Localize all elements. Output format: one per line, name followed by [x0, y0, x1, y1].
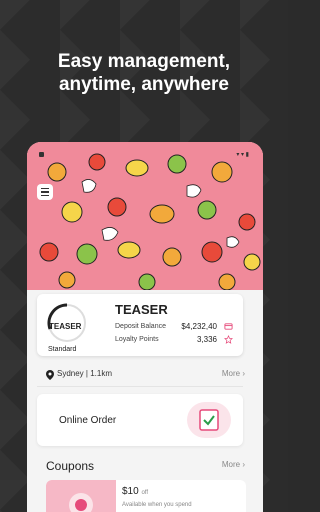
deposit-balance-value: $4,232,40 [181, 322, 217, 331]
tier-label: Standard [48, 346, 77, 353]
phone-screen: ▾ ▾ ▮ TEASER Standard TEASER Deposit Bal… [27, 142, 263, 512]
store-location-row[interactable]: Sydney | 1.1km More › [27, 368, 263, 382]
menu-icon [41, 187, 49, 190]
headline-line-2: anytime, anywhere [58, 74, 230, 95]
fruit-doodle-illustration [27, 142, 263, 290]
coupons-more-link[interactable]: More › [222, 460, 245, 469]
status-bar: ▾ ▾ ▮ [35, 151, 255, 159]
chevron-right-icon: › [242, 369, 245, 378]
wallet-icon [224, 323, 233, 330]
coupon-description: Available when you spend [122, 502, 192, 508]
hero-banner: ▾ ▾ ▮ [27, 142, 263, 290]
section-divider [37, 386, 243, 387]
coupons-section-title: Coupons [46, 459, 95, 473]
brand-logo-label: TEASER [49, 322, 82, 331]
order-icon-background [187, 402, 231, 438]
coupon-ticket-icon [69, 493, 93, 512]
loyalty-points-value: 3,336 [196, 335, 217, 344]
location-more-link[interactable]: More › [222, 369, 245, 378]
location-pin-icon [46, 370, 54, 380]
membership-title: TEASER [115, 302, 168, 317]
online-order-label: Online Order [59, 415, 117, 426]
order-checklist-icon [199, 409, 219, 431]
membership-card[interactable]: TEASER Standard TEASER Deposit Balance $… [37, 294, 243, 356]
coupon-image [46, 480, 116, 512]
coupon-card[interactable]: $10 off Available when you spend [46, 480, 246, 512]
store-location-text: Sydney | 1.1km [57, 369, 112, 378]
deposit-balance-label: Deposit Balance [115, 323, 166, 330]
menu-button[interactable] [37, 184, 53, 200]
promo-headline: Easy management, anytime, anywhere [0, 50, 288, 96]
loyalty-points-label: Loyalty Points [115, 336, 159, 343]
status-indicator-icon [39, 152, 44, 157]
chevron-right-icon: › [242, 460, 245, 469]
status-icons: ▾ ▾ ▮ [236, 152, 249, 158]
star-icon [224, 335, 233, 344]
online-order-card[interactable]: Online Order [37, 394, 243, 446]
coupon-value: $10 off [122, 486, 149, 497]
headline-line-1: Easy management, [57, 51, 231, 72]
